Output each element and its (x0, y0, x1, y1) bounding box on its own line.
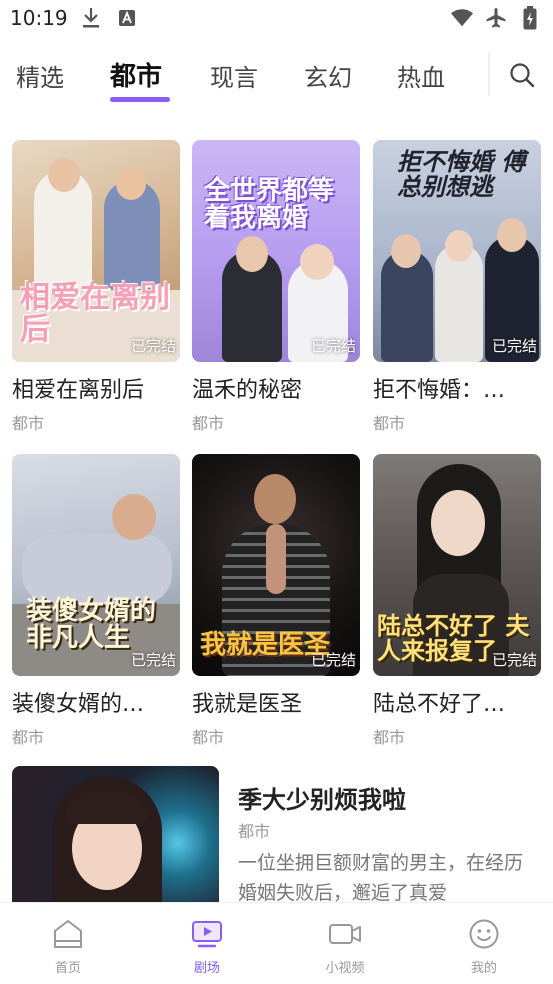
drama-genre: 都市 (373, 728, 406, 747)
drama-title[interactable]: 我就是医圣 (192, 686, 360, 718)
drama-title[interactable]: 拒不悔婚：… (373, 372, 541, 404)
tab-dushi[interactable]: 都市 (110, 56, 162, 93)
video-camera-icon (328, 917, 362, 951)
drama-genre: 都市 (12, 414, 45, 433)
drama-genre: 都市 (192, 414, 225, 433)
drama-cover[interactable]: 陆总不好了 夫人来报复了 已完结 (373, 454, 541, 676)
status-badge: 已完结 (310, 337, 356, 355)
drama-genre: 都市 (373, 414, 406, 433)
tab-jingxuan[interactable]: 精选 (16, 58, 64, 93)
status-badge: 已完结 (310, 651, 356, 669)
drama-card[interactable]: 陆总不好了 夫人来报复了 已完结 陆总不好了… 都市 (373, 454, 541, 748)
home-icon (51, 917, 85, 951)
drama-cover[interactable]: 全世界都等着我离婚 已完结 (192, 140, 360, 362)
nav-theater[interactable]: 剧场 (167, 917, 247, 976)
airplane-icon (485, 6, 507, 30)
battery-charging-icon (519, 6, 541, 30)
search-icon (509, 62, 535, 92)
drama-card[interactable]: 拒不悔婚 傅总别想逃 已完结 拒不悔婚：… 都市 (373, 140, 541, 434)
drama-cover[interactable]: 我就是医圣 已完结 (192, 454, 360, 676)
drama-card[interactable]: 相爱在离别后 已完结 相爱在离别后 都市 (12, 140, 180, 434)
nav-short-video[interactable]: 小视频 (305, 917, 385, 976)
tab-fade-divider (488, 52, 491, 96)
search-button[interactable] (505, 60, 539, 94)
drama-card[interactable]: 我就是医圣 已完结 我就是医圣 都市 (192, 454, 360, 748)
tab-rexue[interactable]: 热血 (397, 58, 445, 93)
bottom-nav: 首页 剧场 小视频 我的 (0, 902, 553, 984)
drama-title[interactable]: 温禾的秘密 (192, 372, 360, 404)
drama-title[interactable]: 装傻女婿的… (12, 686, 180, 718)
cover-title-art: 装傻女婿的非凡人生 (26, 596, 157, 654)
drama-cover[interactable]: 相爱在离别后 已完结 (12, 140, 180, 362)
cover-title-art: 拒不悔婚 傅总别想逃 (397, 148, 526, 202)
featured-description: 一位坐拥巨额财富的男主，在经历婚姻失败后，邂逅了真爱 (238, 852, 524, 904)
nav-label: 剧场 (193, 961, 220, 976)
drama-cover[interactable]: 装傻女婿的非凡人生 已完结 (12, 454, 180, 676)
theater-icon (190, 917, 224, 951)
status-badge: 已完结 (491, 337, 537, 355)
status-badge: 已完结 (130, 337, 176, 355)
drama-title[interactable]: 相爱在离别后 (12, 372, 180, 404)
active-tab-underline (110, 97, 170, 102)
nav-label: 小视频 (325, 961, 365, 976)
nav-profile[interactable]: 我的 (444, 917, 524, 976)
featured-drama[interactable]: 季大少别烦我啦 都市 一位坐拥巨额财富的男主，在经历婚姻失败后，邂逅了真爱 (12, 766, 542, 906)
wifi-icon (451, 6, 473, 30)
status-badge: 已完结 (491, 651, 537, 669)
smiley-face-icon (467, 917, 501, 951)
featured-genre: 都市 (238, 822, 271, 841)
drama-cover[interactable]: 拒不悔婚 傅总别想逃 已完结 (373, 140, 541, 362)
nav-label: 首页 (54, 961, 81, 976)
featured-cover[interactable] (12, 766, 219, 906)
drama-genre: 都市 (192, 728, 225, 747)
category-tabs: 精选 都市 现言 玄幻 热血 (0, 52, 490, 104)
nav-label: 我的 (470, 961, 497, 976)
cover-title-art: 全世界都等着我离婚 (204, 176, 335, 234)
drama-title[interactable]: 陆总不好了… (373, 686, 541, 718)
status-time: 10:19 (10, 6, 68, 30)
status-badge: 已完结 (130, 651, 176, 669)
tab-xuanhuan[interactable]: 玄幻 (304, 58, 352, 93)
status-bar: 10:19 (0, 0, 553, 38)
drama-genre: 都市 (12, 728, 45, 747)
tab-xianyan[interactable]: 现言 (210, 58, 258, 93)
nav-home[interactable]: 首页 (28, 917, 108, 976)
drama-card[interactable]: 全世界都等着我离婚 已完结 温禾的秘密 都市 (192, 140, 360, 434)
download-icon (80, 6, 102, 30)
featured-title[interactable]: 季大少别烦我啦 (238, 780, 406, 815)
font-a-icon (116, 6, 138, 30)
drama-card[interactable]: 装傻女婿的非凡人生 已完结 装傻女婿的… 都市 (12, 454, 180, 748)
